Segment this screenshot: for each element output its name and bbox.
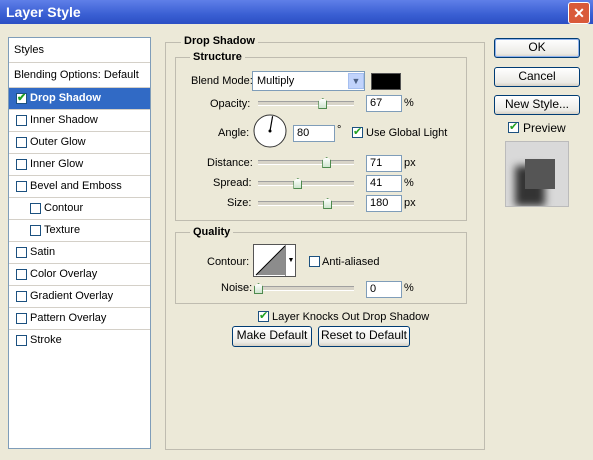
new-style-button[interactable]: New Style... xyxy=(494,95,580,115)
panel-title: Drop Shadow xyxy=(181,35,258,47)
knockout-label: Layer Knocks Out Drop Shadow xyxy=(272,311,430,323)
angle-dial-icon xyxy=(253,114,287,148)
spread-label: Spread: xyxy=(213,177,252,189)
make-default-button[interactable]: Make Default xyxy=(232,326,312,347)
sidebar-item-outer-glow[interactable]: Outer Glow xyxy=(9,132,150,154)
sidebar-item-blending-options[interactable]: Blending Options: Default xyxy=(9,63,150,88)
sidebar-item-satin[interactable]: Satin xyxy=(9,242,150,264)
sidebar-item-label: Bevel and Emboss xyxy=(30,180,122,192)
sidebar-item-label: Pattern Overlay xyxy=(30,312,107,324)
opacity-label: Opacity: xyxy=(210,98,251,110)
sidebar-item-label: Gradient Overlay xyxy=(30,290,114,302)
cancel-button[interactable]: Cancel xyxy=(494,67,580,87)
styles-list: Styles Blending Options: Default Drop Sh… xyxy=(8,37,151,449)
sidebar-item-color-overlay[interactable]: Color Overlay xyxy=(9,264,150,286)
contour-dropdown-icon[interactable]: ▼ xyxy=(285,245,296,276)
close-button[interactable]: ✕ xyxy=(568,2,590,24)
sidebar-item-label: Outer Glow xyxy=(30,136,86,148)
reset-default-button[interactable]: Reset to Default xyxy=(318,326,410,347)
quality-group xyxy=(175,232,467,304)
inner-shadow-checkbox[interactable] xyxy=(16,115,27,126)
sidebar-item-label: Inner Shadow xyxy=(30,114,98,126)
sidebar-item-label: Blending Options: Default xyxy=(14,69,139,81)
sidebar-item-drop-shadow[interactable]: Drop Shadow xyxy=(9,88,150,110)
structure-title: Structure xyxy=(190,51,245,63)
size-label: Size: xyxy=(227,197,252,209)
sidebar-item-label: Contour xyxy=(44,202,84,214)
opacity-input[interactable]: 67 xyxy=(366,95,402,112)
preview-square xyxy=(525,159,555,189)
angle-input[interactable]: 80 xyxy=(293,125,335,142)
title-bar: Layer Style ✕ xyxy=(0,0,593,24)
knockout-checkbox[interactable] xyxy=(258,309,269,322)
use-global-light-label: Use Global Light xyxy=(366,127,448,139)
inner-glow-checkbox[interactable] xyxy=(16,159,27,170)
stroke-checkbox[interactable] xyxy=(16,335,27,346)
sidebar-item-inner-glow[interactable]: Inner Glow xyxy=(9,154,150,176)
anti-aliased-checkbox[interactable] xyxy=(309,256,320,267)
color-overlay-checkbox[interactable] xyxy=(16,269,27,280)
spread-input[interactable]: 41 xyxy=(366,175,402,192)
preview-checkbox[interactable] xyxy=(508,120,519,133)
styles-header-label: Styles xyxy=(14,44,44,56)
sidebar-item-inner-shadow[interactable]: Inner Shadow xyxy=(9,110,150,132)
close-icon: ✕ xyxy=(573,5,585,21)
sidebar-item-label: Drop Shadow xyxy=(30,92,101,104)
pattern-overlay-checkbox[interactable] xyxy=(16,313,27,324)
distance-input[interactable]: 71 xyxy=(366,155,402,172)
angle-dial[interactable] xyxy=(252,113,288,149)
use-global-light-checkbox[interactable] xyxy=(352,125,363,138)
contour-curve-icon xyxy=(255,245,286,276)
distance-label: Distance: xyxy=(207,157,253,169)
contour-picker[interactable]: ▼ xyxy=(253,244,296,277)
preview-thumbnail xyxy=(505,141,569,207)
contour-checkbox[interactable] xyxy=(30,203,41,214)
window-title: Layer Style xyxy=(6,4,81,20)
outer-glow-checkbox[interactable] xyxy=(16,137,27,148)
sidebar-item-label: Texture xyxy=(44,224,81,236)
contour-label: Contour: xyxy=(207,256,250,268)
sidebar-item-label: Color Overlay xyxy=(30,268,98,280)
blend-mode-label: Blend Mode: xyxy=(191,75,253,87)
noise-unit: % xyxy=(404,282,414,294)
sidebar-item-pattern-overlay[interactable]: Pattern Overlay xyxy=(9,308,150,330)
sidebar-item-gradient-overlay[interactable]: Gradient Overlay xyxy=(9,286,150,308)
noise-slider-track[interactable] xyxy=(258,286,354,291)
satin-checkbox[interactable] xyxy=(16,247,27,258)
opacity-unit: % xyxy=(404,97,414,109)
sidebar-item-label: Inner Glow xyxy=(30,158,84,170)
sidebar-item-contour[interactable]: Contour xyxy=(9,198,150,220)
chevron-down-icon[interactable]: ▼ xyxy=(348,73,364,89)
styles-header: Styles xyxy=(9,38,150,63)
sidebar-item-label: Stroke xyxy=(30,334,62,346)
distance-slider-track[interactable] xyxy=(258,160,354,165)
angle-label: Angle: xyxy=(218,127,250,139)
gradient-overlay-checkbox[interactable] xyxy=(16,291,27,302)
sidebar-item-label: Satin xyxy=(30,246,56,258)
size-slider-track[interactable] xyxy=(258,201,354,206)
shadow-color-swatch[interactable] xyxy=(371,73,401,90)
distance-unit: px xyxy=(404,157,416,169)
blend-mode-select[interactable]: Multiply ▼ xyxy=(252,71,365,91)
blend-mode-value: Multiply xyxy=(257,75,295,87)
bevel-emboss-checkbox[interactable] xyxy=(16,181,27,192)
sidebar-item-bevel-emboss[interactable]: Bevel and Emboss xyxy=(9,176,150,198)
ok-button[interactable]: OK xyxy=(494,38,580,58)
opacity-slider-track[interactable] xyxy=(258,101,354,106)
preview-label: Preview xyxy=(523,121,566,135)
noise-input[interactable]: 0 xyxy=(366,281,402,298)
texture-checkbox[interactable] xyxy=(30,225,41,236)
anti-aliased-label: Anti-aliased xyxy=(322,256,380,268)
sidebar-item-stroke[interactable]: Stroke xyxy=(9,330,150,352)
quality-title: Quality xyxy=(190,226,234,238)
angle-unit: ° xyxy=(337,124,342,136)
spread-unit: % xyxy=(404,177,414,189)
size-unit: px xyxy=(404,197,416,209)
noise-label: Noise: xyxy=(221,282,253,294)
size-input[interactable]: 180 xyxy=(366,195,402,212)
drop-shadow-checkbox[interactable] xyxy=(16,91,27,104)
sidebar-item-texture[interactable]: Texture xyxy=(9,220,150,242)
spread-slider-track[interactable] xyxy=(258,181,354,186)
